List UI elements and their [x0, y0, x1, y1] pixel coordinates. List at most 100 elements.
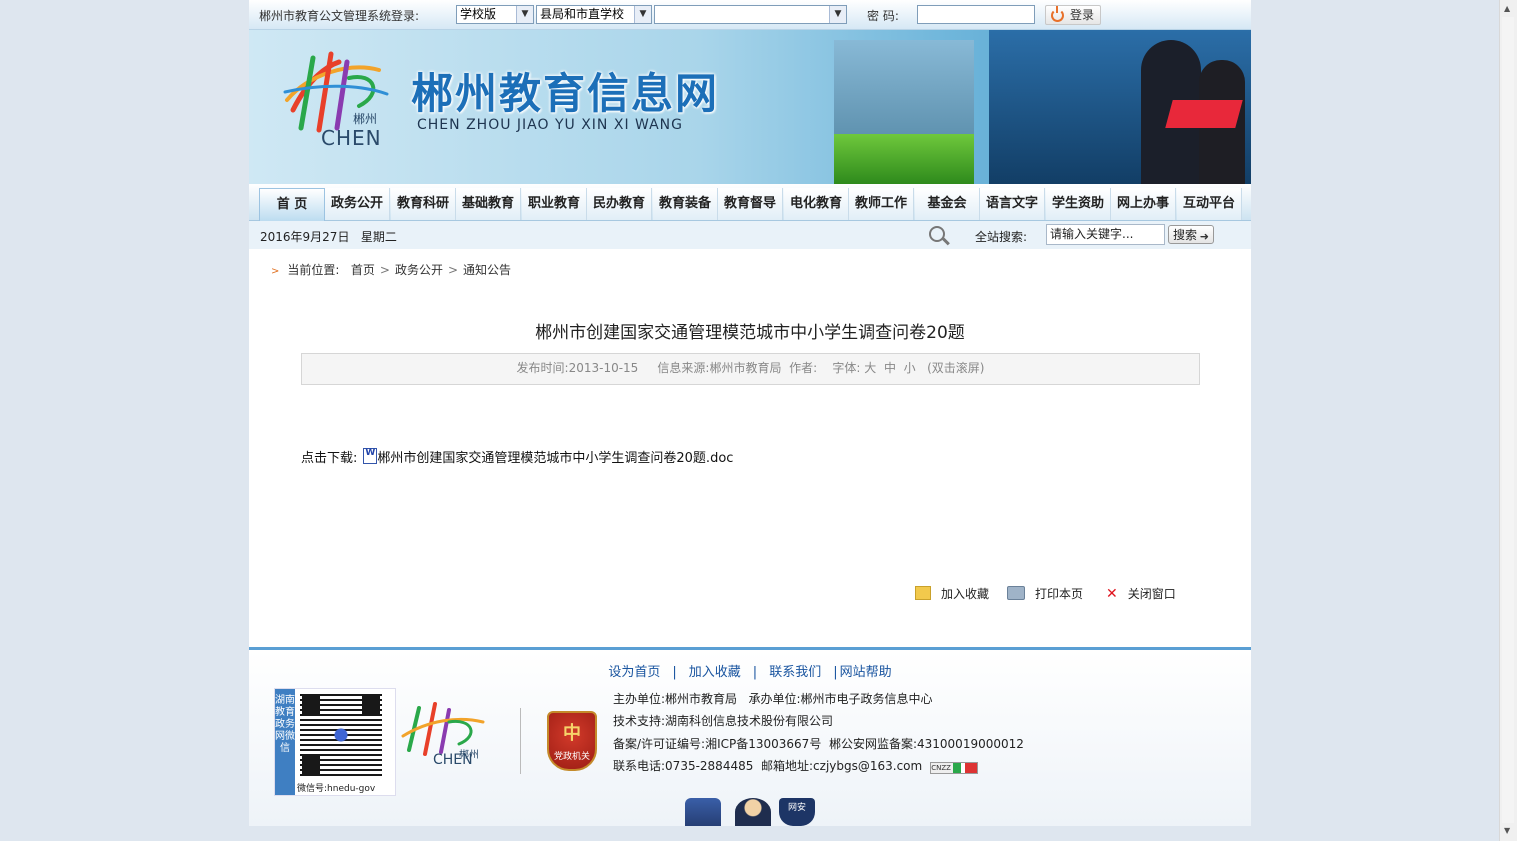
nav-item-e-education[interactable]: 电化教育 — [784, 188, 849, 220]
footer-link-favorite[interactable]: 加入收藏 — [689, 665, 741, 680]
download-file-link[interactable]: 郴州市创建国家交通管理模范城市中小学生调查问卷20题.doc — [377, 451, 733, 466]
power-icon — [1051, 6, 1064, 22]
nav-item-home[interactable]: 首 页 — [259, 188, 325, 221]
chevron-down-icon: ▼ — [634, 6, 651, 23]
police-officer-icon[interactable] — [735, 798, 771, 826]
login-label: 郴州市教育公文管理系统登录: — [259, 9, 420, 23]
search-button[interactable]: 搜索 ➜ — [1168, 225, 1214, 244]
breadcrumb-label: 当前位置: — [287, 263, 340, 277]
cnzz-stats-icon[interactable]: CNZZ — [930, 762, 979, 774]
close-window-label: 关闭窗口 — [1127, 587, 1176, 601]
chevron-down-icon: ▼ — [516, 6, 533, 23]
site-banner: 郴州 CHEN 郴州教育信息网 CHEN ZHOU JIAO YU XIN XI… — [249, 30, 1251, 184]
nav-item-equipment[interactable]: 教育装备 — [653, 188, 718, 220]
footer-link-homepage[interactable]: 设为首页 — [608, 665, 660, 680]
arrow-right-icon: ➜ — [1199, 230, 1209, 243]
version-select[interactable]: 学校版 ▼ — [456, 5, 534, 24]
footer-divider — [520, 708, 521, 774]
site-footer: 设为首页 | 加入收藏 | 联系我们 | 网站帮助 湖南教育政务网微信 微信号:hnedu-… — [249, 647, 1251, 826]
chevron-down-icon: ▼ — [829, 6, 846, 23]
login-button[interactable]: 登录 — [1045, 5, 1101, 25]
word-document-icon — [363, 448, 378, 464]
date-search-bar: 2016年9月27日 星期二 全站搜索: 请输入关键字... 搜索 ➜ — [249, 221, 1251, 249]
nav-item-supervision[interactable]: 教育督导 — [718, 188, 783, 220]
add-favorite-button[interactable]: 加入收藏 — [915, 585, 989, 602]
footer-link-help[interactable]: 网站帮助 — [840, 665, 892, 680]
footer-host: 主办单位:郴州市教育局 — [613, 692, 738, 706]
police-station-icon[interactable] — [685, 798, 721, 826]
folder-star-icon — [915, 586, 931, 600]
article-title: 郴州市创建国家交通管理模范城市中小学生调查问卷20题 — [535, 323, 965, 343]
source-value: 郴州市教育局 — [709, 361, 782, 375]
publish-date: 2013-10-15 — [568, 361, 639, 375]
breadcrumb-notices[interactable]: 通知公告 — [463, 263, 511, 277]
scroll-down-icon[interactable]: ▼ — [1504, 826, 1510, 835]
close-icon: ✕ — [1106, 586, 1118, 602]
footer-phone: 联系电话:0735-2884485 — [613, 759, 754, 773]
chevron-right-icon: > — [379, 263, 390, 277]
breadcrumb: > 当前位置: 首页 > 政务公开 > 通知公告 — [271, 261, 511, 278]
breadcrumb-home[interactable]: 首页 — [351, 263, 375, 277]
version-select-value: 学校版 — [460, 7, 497, 21]
main-nav: 首 页 政务公开 教育科研 基础教育 职业教育 民办教育 教育装备 教育督导 电… — [249, 184, 1251, 221]
site-title: 郴州教育信息网 — [411, 69, 720, 118]
footer-host-line: 主办单位:郴州市教育局 承办单位:郴州市电子政务信息中心 — [613, 690, 933, 707]
search-label: 全站搜索: — [975, 230, 1028, 244]
scroll-up-icon[interactable]: ▲ — [1504, 4, 1510, 13]
password-input[interactable] — [917, 5, 1035, 24]
chevron-right-icon: > — [447, 263, 459, 277]
publish-label: 发布时间: — [516, 361, 569, 375]
cyber-police-badge-icon[interactable]: 网安 — [779, 798, 815, 826]
nav-item-teachers[interactable]: 教师工作 — [849, 188, 914, 220]
search-icon — [929, 226, 945, 242]
banner-photo-folder — [1165, 100, 1243, 128]
footer-police-record: 郴公安网监备案:43100019000012 — [828, 737, 1024, 751]
download-line: 点击下载: 郴州市创建国家交通管理模范城市中小学生调查问卷20题.doc — [301, 447, 733, 466]
current-date: 2016年9月27日 星期二 — [260, 228, 397, 245]
article-meta: 发布时间:2013-10-15 信息来源:郴州市教育局 作者: 字体: 大 中 … — [301, 353, 1200, 385]
footer-organizer: 承办单位:郴州市电子政务信息中心 — [748, 692, 933, 706]
breadcrumb-government[interactable]: 政务公开 — [395, 263, 443, 277]
font-large-button[interactable]: 大 — [864, 361, 876, 375]
banner-photo-grass — [834, 134, 974, 184]
vertical-scrollbar[interactable]: ▲ ▼ — [1499, 0, 1517, 841]
scrollbar-thumb[interactable] — [1502, 17, 1514, 823]
nav-item-research[interactable]: 教育科研 — [391, 188, 456, 220]
party-government-badge[interactable]: 党政机关 — [547, 711, 597, 771]
page-container: 郴州市教育公文管理系统登录: 学校版 ▼ 县局和市直学校 ▼ ▼ 密 码: 登录 — [249, 0, 1251, 826]
nav-item-vocational[interactable]: 职业教育 — [522, 188, 587, 220]
unit-select-value: 县局和市直学校 — [540, 7, 625, 21]
nav-item-government[interactable]: 政务公开 — [325, 188, 390, 220]
nav-item-student-aid[interactable]: 学生资助 — [1046, 188, 1111, 220]
nav-item-foundation[interactable]: 基金会 — [915, 188, 980, 220]
site-pinyin: CHEN ZHOU JIAO YU XIN XI WANG — [417, 117, 684, 133]
search-button-label: 搜索 — [1173, 228, 1198, 242]
font-small-button[interactable]: 小 — [904, 361, 916, 375]
bullet-icon: > — [271, 266, 280, 277]
footer-link-divider: | — [752, 665, 758, 680]
font-label: 字体: — [832, 361, 861, 375]
author-label: 作者: — [789, 361, 818, 375]
download-label: 点击下载: — [301, 451, 358, 466]
nav-item-online-service[interactable]: 网上办事 — [1111, 188, 1176, 220]
footer-support: 技术支持:湖南科创信息技术股份有限公司 — [613, 714, 834, 728]
footer-logo-en: CHEN — [433, 752, 473, 768]
nav-item-private[interactable]: 民办教育 — [587, 188, 652, 220]
nav-item-basic-education[interactable]: 基础教育 — [456, 188, 521, 220]
close-window-button[interactable]: ✕ 关闭窗口 — [1106, 585, 1176, 602]
footer-link-contact[interactable]: 联系我们 — [769, 665, 821, 680]
footer-contact-line: 联系电话:0735-2884485 邮箱地址:czjybgs@163.com CN… — [613, 757, 979, 774]
nav-item-language[interactable]: 语言文字 — [980, 188, 1045, 220]
font-medium-button[interactable]: 中 — [884, 361, 896, 375]
footer-link-divider: | — [672, 665, 677, 680]
search-input[interactable]: 请输入关键字... — [1046, 224, 1165, 245]
nav-item-interaction[interactable]: 互动平台 — [1177, 188, 1242, 220]
unit-select[interactable]: 县局和市直学校 ▼ — [536, 5, 652, 24]
add-favorite-label: 加入收藏 — [941, 587, 990, 601]
footer-icp-record[interactable]: 备案/许可证编号:湘ICP备13003667号 — [613, 737, 821, 751]
password-label: 密 码: — [867, 9, 899, 23]
source-label: 信息来源: — [657, 361, 710, 375]
print-button[interactable]: 打印本页 — [1007, 585, 1083, 602]
school-select[interactable]: ▼ — [654, 5, 847, 24]
date-text: 2016年9月27日 — [260, 230, 350, 244]
